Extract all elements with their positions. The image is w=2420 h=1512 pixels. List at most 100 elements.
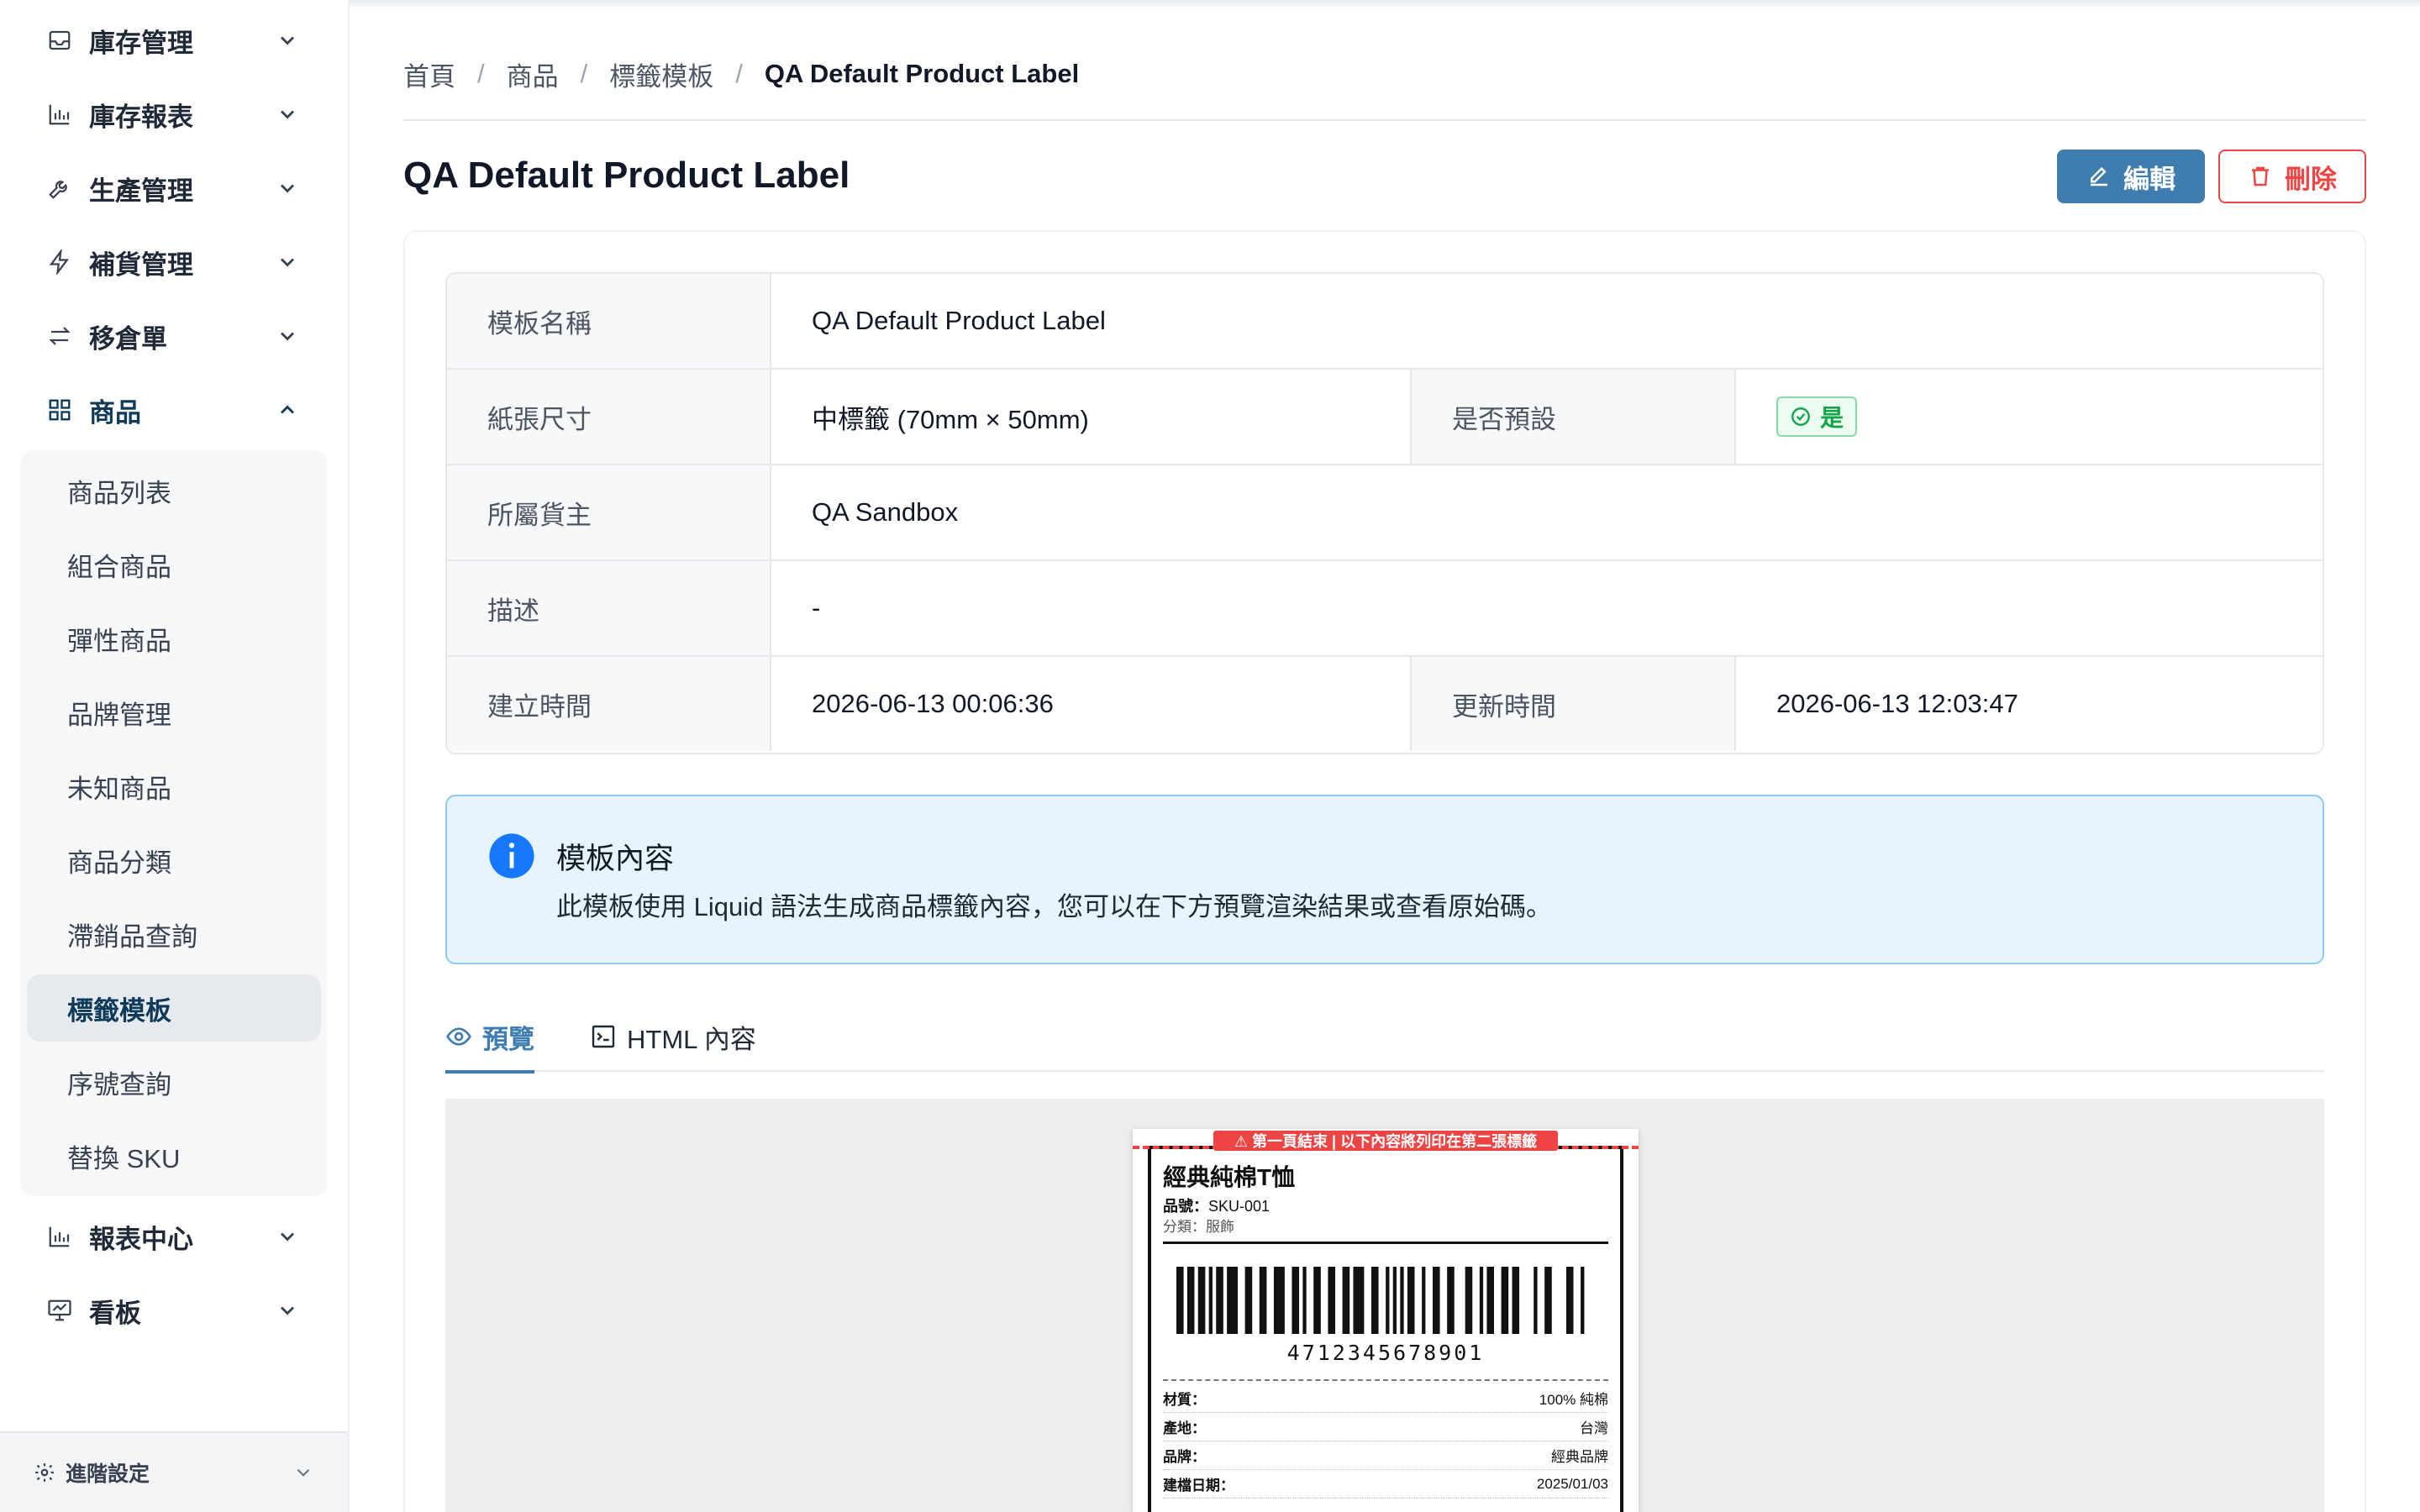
nav-label: 庫存報表	[89, 102, 193, 132]
header-shadow	[350, 0, 2420, 8]
table-row: 建立時間 2026-06-13 00:06:36 更新時間 2026-06-13…	[447, 657, 2323, 753]
barcode-bar	[1581, 1267, 1585, 1334]
page-title: QA Default Product Label	[403, 155, 850, 196]
updated-time-label: 更新時間	[1412, 657, 1736, 751]
submenu-label-templates[interactable]: 標籤模板	[67, 983, 336, 1033]
tab-preview[interactable]: 預覽	[445, 1015, 534, 1074]
nav-dashboard[interactable]: 看板	[47, 1285, 299, 1336]
paper-size-value: 中標籤 (70mm × 50mm)	[771, 370, 1412, 464]
label-sku: 品號：SKU-001	[1163, 1194, 1270, 1216]
chevron-down-icon	[281, 258, 294, 267]
barcode-bar	[1353, 1267, 1365, 1334]
submenu-bundle-products[interactable]: 組合商品	[67, 539, 336, 590]
label-attribute-row: 產地： 台灣	[1163, 1413, 1608, 1441]
tab-html-content[interactable]: HTML 內容	[590, 1015, 756, 1058]
created-time-value: 2026-06-13 00:06:36	[771, 657, 1412, 751]
submenu-label: 組合商品	[67, 552, 171, 582]
nav-replenishment[interactable]: 補貨管理	[47, 237, 299, 287]
table-row: 紙張尺寸 中標籤 (70mm × 50mm) 是否預設 是	[447, 370, 2323, 465]
chevron-down-icon	[281, 332, 294, 341]
edit-button-label: 編輯	[2123, 164, 2175, 194]
submenu-label: 彈性商品	[67, 626, 171, 656]
submenu-unknown-products[interactable]: 未知商品	[67, 761, 336, 811]
advanced-settings-toggle[interactable]: 進階設定	[0, 1431, 348, 1512]
label-category: 分類：服飾	[1163, 1219, 1234, 1235]
attr-key: 建檔日期：	[1163, 1478, 1234, 1494]
details-table: 模板名稱 QA Default Product Label 紙張尺寸 中標籤 (…	[445, 272, 2324, 754]
edit-button[interactable]: 編輯	[2057, 150, 2205, 203]
barcode-bar	[1186, 1267, 1195, 1334]
breadcrumb-separator: /	[735, 59, 743, 88]
nav-report-center[interactable]: 報表中心	[47, 1211, 299, 1262]
attr-value: 台灣	[1580, 1420, 1608, 1436]
updated-time-value: 2026-06-13 12:03:47	[1776, 689, 2018, 718]
submenu-serial-query[interactable]: 序號查詢	[67, 1057, 336, 1107]
breadcrumb-products[interactable]: 商品	[507, 55, 559, 93]
nav-transfer-order[interactable]: 移倉單	[47, 311, 299, 361]
breadcrumb-separator: /	[580, 59, 588, 88]
nav-products[interactable]: 商品	[47, 385, 299, 435]
content-tabs: 預覽 HTML 內容	[445, 1005, 2324, 1074]
breadcrumb-home[interactable]: 首頁	[403, 55, 455, 93]
owner-value: QA Sandbox	[812, 497, 959, 527]
barcode-bar	[1386, 1267, 1390, 1334]
nav-inventory-report[interactable]: 庫存報表	[47, 89, 299, 139]
label-sku-value: SKU-001	[1208, 1198, 1270, 1215]
nav-label: 報表中心	[89, 1224, 193, 1254]
alert-title: 模板內容	[556, 843, 675, 875]
description-value: -	[812, 593, 821, 622]
code-terminal-icon	[592, 1025, 615, 1048]
submenu-brand-management[interactable]: 品牌管理	[67, 687, 336, 738]
nav-label: 移倉單	[89, 323, 167, 354]
submenu-label: 未知商品	[67, 774, 171, 804]
barcode-bar	[1197, 1267, 1206, 1334]
barcode-bar	[1176, 1267, 1184, 1334]
info-icon	[489, 833, 534, 879]
barcode-bar	[1565, 1267, 1574, 1334]
submenu-slow-moving-query[interactable]: 滯銷品查詢	[67, 909, 336, 959]
chevron-down-icon	[297, 1468, 310, 1477]
attr-value: 經典品牌	[1551, 1449, 1608, 1465]
breadcrumb-label-templates[interactable]: 標籤模板	[609, 55, 713, 93]
page-break-warning: ⚠ 第一頁結束 | 以下內容將列印在第二張標籤	[1213, 1131, 1558, 1151]
pencil-icon	[2091, 166, 2107, 186]
submenu-label: 替換 SKU	[67, 1143, 181, 1173]
nav-label: 商品	[89, 397, 141, 428]
breadcrumb: 首頁 / 商品 / 標籤模板 / QA Default Product Labe…	[403, 55, 1079, 92]
label-divider	[1163, 1242, 1608, 1244]
submenu-flexible-products[interactable]: 彈性商品	[67, 613, 336, 664]
submenu-label: 標籤模板	[67, 995, 171, 1026]
barcode-image	[1176, 1267, 1585, 1334]
barcode-bar	[1216, 1267, 1223, 1334]
template-name-label: 模板名稱	[447, 274, 771, 368]
barcode-bar	[1370, 1267, 1379, 1334]
barcode-bar	[1259, 1267, 1267, 1334]
lightning-icon	[49, 249, 69, 275]
nav-label: 看板	[89, 1298, 141, 1328]
nav-production-management[interactable]: 生產管理	[47, 163, 299, 213]
chevron-down-icon	[281, 1232, 294, 1242]
nav-label: 庫存管理	[89, 28, 193, 58]
barcode-bar	[1292, 1267, 1300, 1334]
submenu-product-categories[interactable]: 商品分類	[67, 835, 336, 885]
advanced-settings-label: 進階設定	[66, 1462, 150, 1486]
nav-inventory-management[interactable]: 庫存管理	[47, 15, 299, 66]
label-dashed-divider	[1163, 1379, 1608, 1381]
submenu-label: 序號查詢	[67, 1069, 171, 1100]
barcode-bar	[1465, 1267, 1473, 1334]
attr-key: 品牌：	[1163, 1449, 1206, 1465]
label-attribute-row: 建檔日期： 2025/01/03	[1163, 1470, 1608, 1499]
table-row: 模板名稱 QA Default Product Label	[447, 274, 2323, 370]
submenu-replace-sku[interactable]: 替換 SKU	[67, 1131, 336, 1181]
grid-icon	[49, 399, 71, 421]
submenu-product-list[interactable]: 商品列表	[67, 465, 336, 516]
chevron-up-icon	[281, 405, 294, 414]
chevron-down-icon	[281, 36, 294, 45]
table-row: 所屬貨主 QA Sandbox	[447, 465, 2323, 561]
delete-button[interactable]: 刪除	[2218, 150, 2366, 203]
chevron-down-icon	[281, 1306, 294, 1315]
label-sku-key: 品號：	[1163, 1198, 1208, 1215]
barcode-number: 4712345678901	[1286, 1341, 1485, 1365]
template-name-value: QA Default Product Label	[812, 306, 1106, 335]
chevron-down-icon	[281, 110, 294, 119]
